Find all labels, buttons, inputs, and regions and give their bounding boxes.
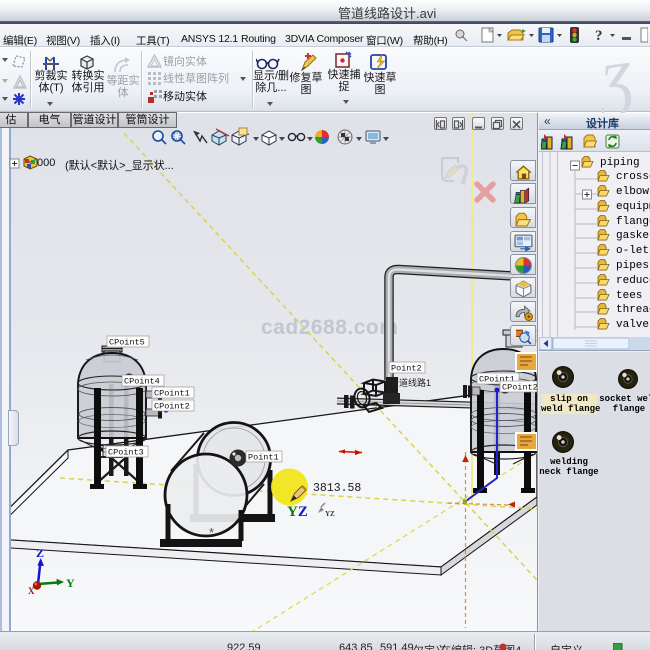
svg-text:YZ: YZ bbox=[287, 504, 308, 520]
svg-text:CPoint4: CPoint4 bbox=[124, 377, 160, 387]
svg-text:?: ? bbox=[595, 28, 603, 44]
svg-text:CPoint2: CPoint2 bbox=[502, 383, 537, 393]
svg-text:X: X bbox=[28, 586, 35, 596]
svg-text:CPoint1: CPoint1 bbox=[154, 389, 190, 399]
svg-text:Y: Y bbox=[66, 576, 75, 590]
svg-text:cad2688.com: cad2688.com bbox=[261, 316, 398, 339]
svg-text:管道线路1: 管道线路1 bbox=[390, 377, 431, 388]
svg-text:CPoint5: CPoint5 bbox=[109, 338, 145, 348]
svg-text:Point2: Point2 bbox=[391, 364, 422, 374]
svg-text:CPoint2: CPoint2 bbox=[154, 402, 190, 412]
svg-text:Z: Z bbox=[36, 546, 44, 560]
svg-text:Point1: Point1 bbox=[248, 453, 279, 463]
svg-text:3813.58: 3813.58 bbox=[313, 482, 361, 495]
svg-text:YZ: YZ bbox=[325, 510, 335, 518]
svg-text:*: * bbox=[209, 525, 214, 540]
svg-text:CPoint3: CPoint3 bbox=[108, 448, 144, 458]
